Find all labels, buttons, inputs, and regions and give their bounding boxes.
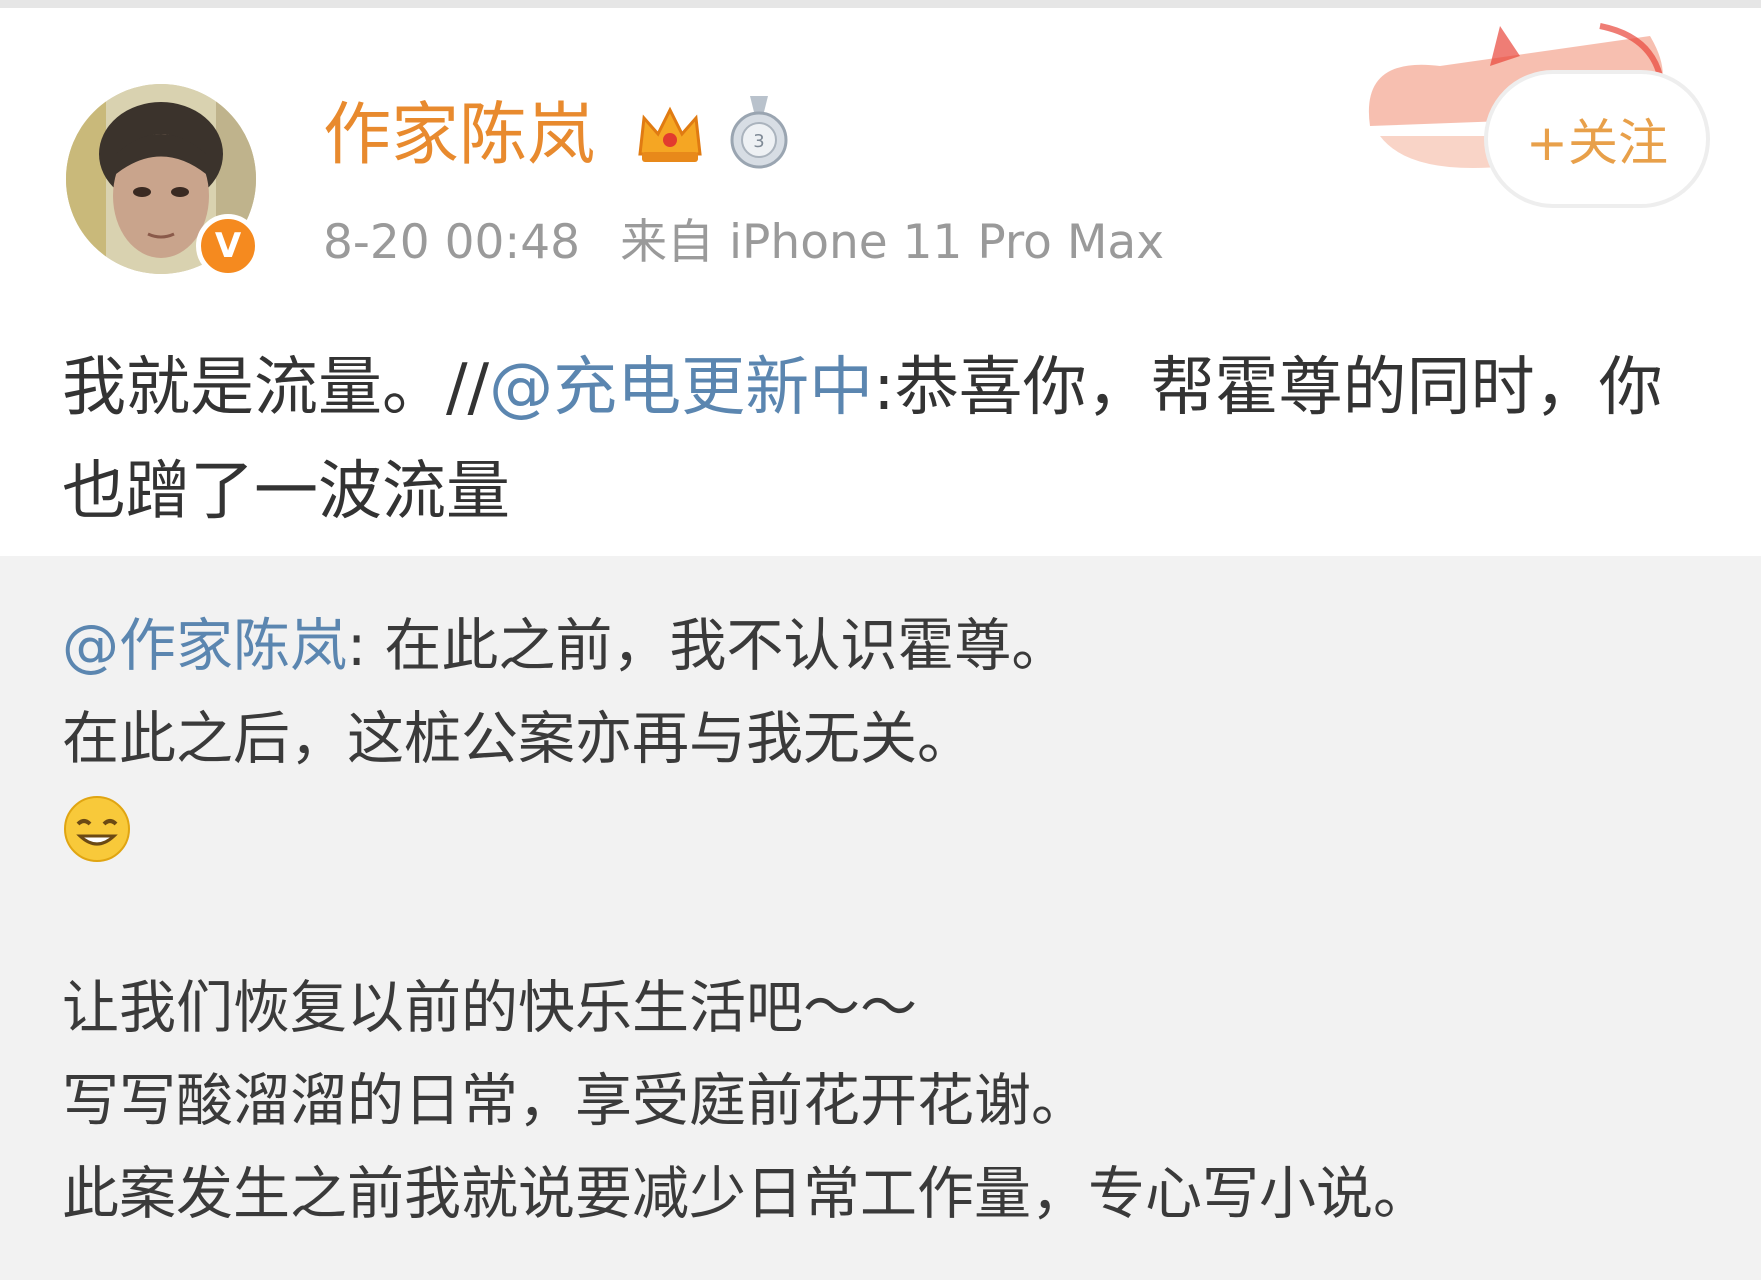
quoted-author-mention[interactable]: @作家陈岚	[62, 613, 347, 679]
post-text: 我就是流量。//@充电更新中:恭喜你，帮霍尊的同时，你也蹭了一波流量	[62, 336, 1702, 544]
quoted-line-2: 在此之后，这桩公案亦再与我无关。	[62, 706, 974, 772]
quoted-line-1-text: : 在此之前，我不认识霍尊。	[347, 613, 1069, 679]
weibo-post-screenshot: V 作家陈岚 3 8-20 00:48 来自 iPhone 11 Pro Max …	[0, 0, 1761, 1280]
quoted-para-line-3: 此案发生之前我就说要减少日常工作量，专心写小说。	[62, 1161, 1430, 1227]
quoted-post[interactable]: @作家陈岚: 在此之前，我不认识霍尊。 在此之后，这桩公案亦再与我无关。 让我们…	[0, 556, 1761, 1280]
svg-text:3: 3	[753, 131, 764, 152]
post-date: 8-20 00:48	[323, 215, 581, 270]
quoted-line-1: @作家陈岚: 在此之前，我不认识霍尊。	[62, 600, 1722, 693]
follow-button[interactable]: +关注	[1484, 70, 1710, 208]
mention-link[interactable]: @充电更新中	[489, 351, 873, 425]
top-divider	[0, 0, 1761, 8]
quoted-post-text: @作家陈岚: 在此之前，我不认识霍尊。 在此之后，这桩公案亦再与我无关。	[62, 600, 1722, 786]
emoji-icon	[64, 796, 130, 862]
post-text-main: 我就是流量。//	[62, 351, 490, 425]
quoted-para-line-2: 写写酸溜溜的日常，享受庭前花开花谢。	[62, 1068, 1088, 1134]
medal-icon: 3	[730, 96, 788, 169]
verified-badge-icon: V	[196, 214, 260, 278]
quoted-para-line-1: 让我们恢复以前的快乐生活吧～～	[62, 975, 917, 1041]
crown-icon	[638, 106, 702, 162]
post-meta: 8-20 00:48 来自 iPhone 11 Pro Max	[323, 208, 1164, 278]
quoted-paragraph: 让我们恢复以前的快乐生活吧～～ 写写酸溜溜的日常，享受庭前花开花谢。 此案发生之…	[62, 962, 1742, 1241]
post-source: 来自 iPhone 11 Pro Max	[620, 215, 1165, 270]
author-name[interactable]: 作家陈岚	[323, 88, 595, 184]
